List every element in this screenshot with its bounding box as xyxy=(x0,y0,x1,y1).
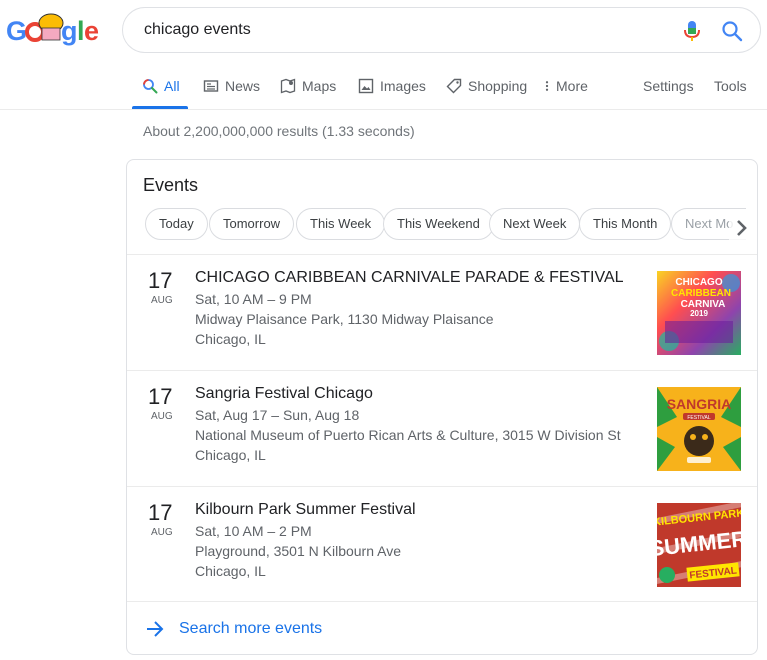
event-time: Sat, Aug 17 – Sun, Aug 18 xyxy=(195,407,360,423)
event-thumbnail[interactable]: CHICAGO CARIBBEAN CARNIVA 2019 xyxy=(657,271,741,355)
event-time: Sat, 10 AM – 2 PM xyxy=(195,523,312,539)
event-day: 17 xyxy=(148,268,173,293)
svg-text:g: g xyxy=(61,16,78,46)
event-city: Chicago, IL xyxy=(195,447,266,463)
tab-news[interactable]: News xyxy=(203,78,260,94)
tab-images[interactable]: Images xyxy=(358,78,426,94)
thumb-text: CARIBBEAN xyxy=(671,288,731,299)
chip-this-week[interactable]: This Week xyxy=(296,208,386,240)
event-day: 17 xyxy=(148,500,173,525)
settings-link[interactable]: Settings xyxy=(643,78,694,94)
chip-today[interactable]: Today xyxy=(145,208,208,240)
tab-label: Images xyxy=(380,78,426,94)
tag-icon xyxy=(446,78,462,94)
thumb-text: CHICAGO xyxy=(675,277,722,288)
event-month: AUG xyxy=(151,295,173,306)
events-card: Events Today Tomorrow This Week This Wee… xyxy=(126,159,758,655)
tab-label: Maps xyxy=(302,78,337,94)
thumb-text: 2019 xyxy=(690,309,708,318)
event-item[interactable]: 17 AUG CHICAGO CARIBBEAN CARNIVALE PARAD… xyxy=(127,254,757,370)
chip-tomorrow[interactable]: Tomorrow xyxy=(209,208,295,240)
tab-maps[interactable]: Maps xyxy=(280,78,336,94)
image-icon xyxy=(358,78,374,94)
microphone-icon[interactable] xyxy=(682,20,702,42)
search-icon[interactable] xyxy=(721,20,743,42)
event-title[interactable]: CHICAGO CARIBBEAN CARNIVALE PARADE & FES… xyxy=(195,269,624,287)
event-time: Sat, 10 AM – 9 PM xyxy=(195,291,312,307)
map-icon xyxy=(280,78,296,94)
svg-text:G: G xyxy=(6,16,27,46)
tab-label: All xyxy=(164,78,180,94)
more-vert-icon xyxy=(545,81,549,91)
thumb-text: FESTIVAL xyxy=(687,415,710,421)
tab-label: Shopping xyxy=(468,78,528,94)
events-card-title: Events xyxy=(143,175,199,195)
chip-this-weekend[interactable]: This Weekend xyxy=(383,208,494,240)
event-title[interactable]: Kilbourn Park Summer Festival xyxy=(195,501,416,519)
search-more-events-link[interactable]: Search more events xyxy=(127,601,757,654)
svg-text:e: e xyxy=(84,16,99,46)
tab-more[interactable]: More xyxy=(544,78,588,94)
event-thumbnail[interactable]: SANGRIA FESTIVAL xyxy=(657,387,741,471)
event-item[interactable]: 17 AUG Kilbourn Park Summer Festival Sat… xyxy=(127,486,757,602)
tab-label: News xyxy=(225,78,261,94)
chevron-right-icon[interactable] xyxy=(729,216,753,240)
event-venue: National Museum of Puerto Rican Arts & C… xyxy=(195,427,621,443)
search-tabs: All News Maps Images Shopping More Setti… xyxy=(0,64,767,110)
chip-next-week[interactable]: Next Week xyxy=(489,208,581,240)
event-title[interactable]: Sangria Festival Chicago xyxy=(195,385,373,403)
search-more-events-label: Search more events xyxy=(179,620,323,637)
tools-link[interactable]: Tools xyxy=(714,78,747,94)
search-box[interactable]: chicago events xyxy=(122,7,761,53)
tab-label: More xyxy=(556,78,588,94)
event-venue: Playground, 3501 N Kilbourn Ave xyxy=(195,543,401,559)
news-icon xyxy=(203,80,219,92)
event-month: AUG xyxy=(151,411,173,422)
event-item[interactable]: 17 AUG Sangria Festival Chicago Sat, Aug… xyxy=(127,370,757,486)
event-day: 17 xyxy=(148,384,173,409)
result-stats: About 2,200,000,000 results (1.33 second… xyxy=(143,123,415,139)
search-input[interactable]: chicago events xyxy=(144,21,251,39)
tab-shopping[interactable]: Shopping xyxy=(446,78,527,94)
chip-this-month[interactable]: This Month xyxy=(579,208,672,240)
event-venue: Midway Plaisance Park, 1130 Midway Plais… xyxy=(195,311,494,327)
date-filter-chips: Today Tomorrow This Week This Weekend Ne… xyxy=(145,208,751,242)
active-tab-indicator xyxy=(132,106,188,109)
google-logo[interactable]: G g l e xyxy=(6,10,100,50)
event-city: Chicago, IL xyxy=(195,331,266,347)
event-city: Chicago, IL xyxy=(195,563,266,579)
event-thumbnail[interactable]: KILBOURN PARK SUMMER FESTIVAL xyxy=(657,503,741,587)
thumb-text: SANGRIA xyxy=(667,396,732,412)
event-month: AUG xyxy=(151,527,173,538)
tab-all[interactable]: All xyxy=(142,78,180,94)
search-icon xyxy=(143,79,158,94)
arrow-right-icon xyxy=(147,621,164,637)
